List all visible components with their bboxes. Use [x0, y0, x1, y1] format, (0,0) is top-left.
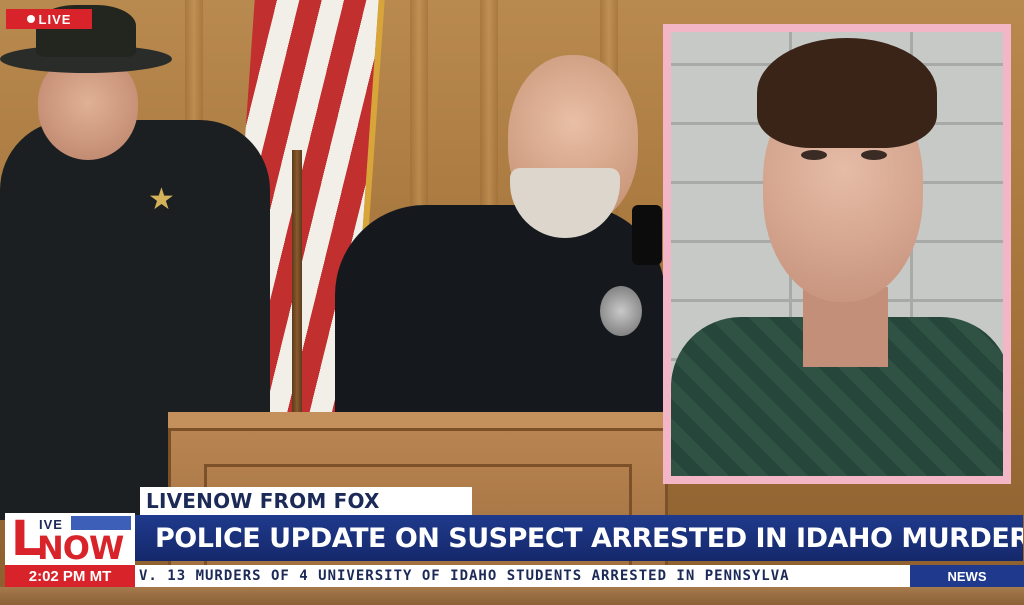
shoulder-patch — [600, 286, 642, 336]
logo-now: NOW — [37, 529, 124, 565]
suspect-mugshot-inset — [663, 24, 1011, 484]
news-ticker: V. 13 MURDERS OF 4 UNIVERSITY OF IDAHO S… — [135, 565, 910, 587]
bottom-strip — [0, 587, 1024, 605]
video-frame: ★ LIVE LIVENOW FROM FOX POLICE UPDATE ON… — [0, 0, 1024, 605]
radio-mic — [632, 205, 662, 265]
headline-banner: POLICE UPDATE ON SUSPECT ARRESTED IN IDA… — [135, 515, 1023, 561]
suspect-hair — [757, 38, 937, 148]
live-label: LIVE — [38, 11, 72, 27]
program-subtitle: LIVENOW FROM FOX — [140, 487, 472, 515]
star-badge-icon: ★ — [148, 183, 175, 216]
live-tag: LIVE — [6, 9, 92, 29]
live-dot-icon — [26, 15, 35, 23]
news-tag: NEWS — [910, 565, 1024, 587]
livenow-logo: L IVE NOW — [5, 513, 135, 565]
flag-pole — [292, 150, 302, 420]
time-display: 2:02 PM MT — [5, 565, 135, 587]
